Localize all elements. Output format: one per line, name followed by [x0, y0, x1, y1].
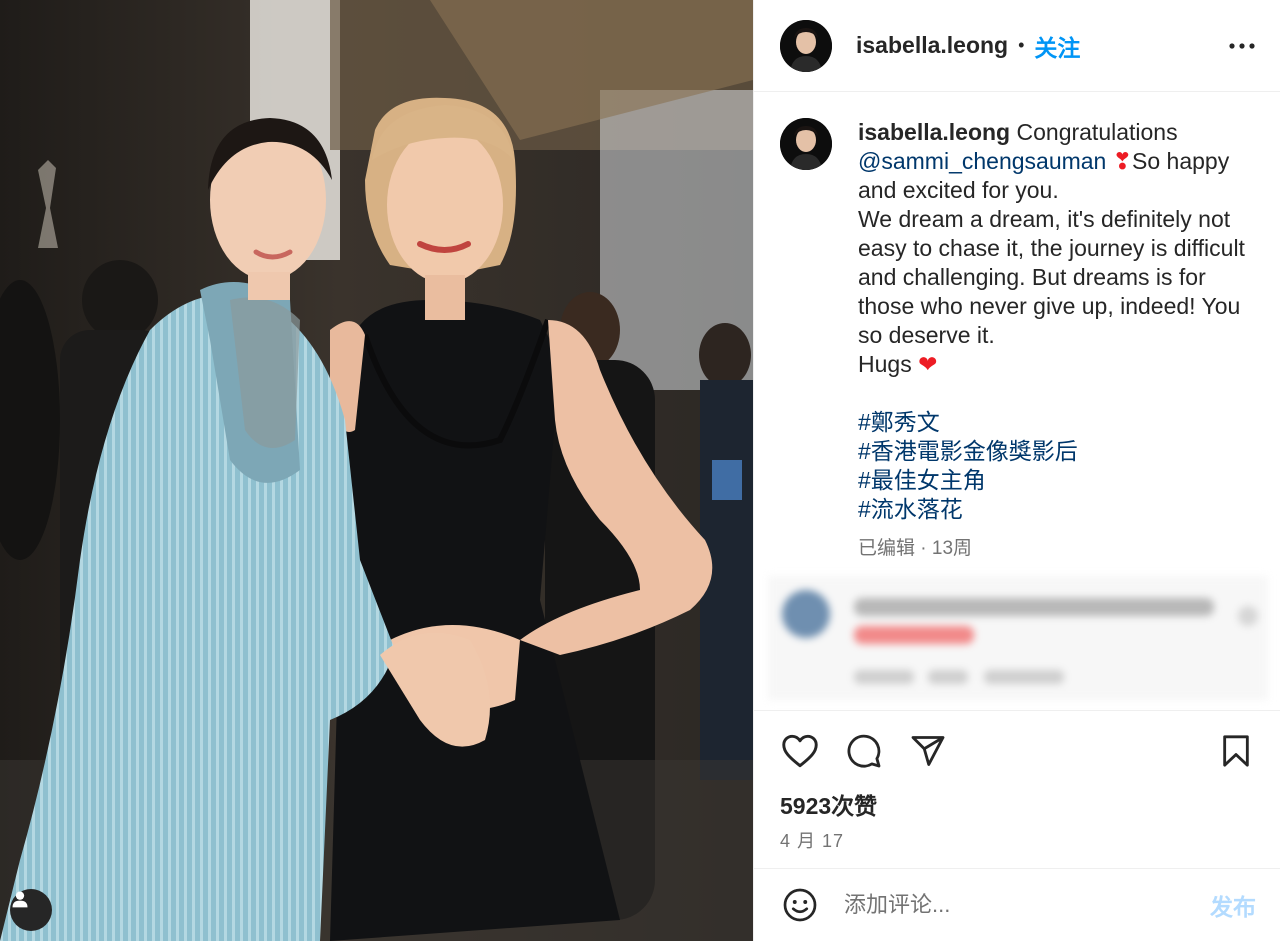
- comment-button[interactable]: [844, 731, 884, 771]
- like-button[interactable]: [780, 731, 820, 771]
- share-button[interactable]: [908, 731, 948, 771]
- post-date[interactable]: 4 月 17: [780, 827, 1256, 853]
- caption-area: isabella.leong Congratulations @sammi_ch…: [754, 92, 1280, 710]
- hashtag-link[interactable]: #鄭秀文: [858, 409, 940, 435]
- tag-user-button[interactable]: [10, 889, 52, 931]
- hashtag-link[interactable]: #香港電影金像獎影后: [858, 438, 1078, 464]
- comment-box: 发布: [754, 868, 1280, 941]
- share-icon: [911, 736, 945, 766]
- more-options-icon: [1229, 42, 1255, 49]
- hashtag-link[interactable]: #最佳女主角: [858, 467, 986, 493]
- emoji-icon: [783, 888, 817, 922]
- caption-line1: Congratulations: [1010, 119, 1178, 145]
- post-comment-button[interactable]: 发布: [1210, 888, 1256, 922]
- like-count[interactable]: 5923次赞: [780, 787, 1256, 821]
- photo-illustration: [0, 0, 753, 941]
- post-actions: 5923次赞 4 月 17: [754, 710, 1280, 868]
- post-modal: isabella.leong • 关注 isabella.leong Congr…: [0, 0, 1280, 941]
- post-header: isabella.leong • 关注: [754, 0, 1280, 92]
- more-options-button[interactable]: [1228, 32, 1256, 60]
- heart-exclamation-icon: ❣: [1112, 148, 1133, 174]
- bookmark-icon: [1223, 735, 1249, 767]
- comment-icon: [847, 734, 881, 768]
- caption-avatar[interactable]: [780, 118, 832, 170]
- meta-separator: ·: [915, 538, 932, 559]
- red-heart-icon: ❤: [918, 351, 938, 377]
- avatar[interactable]: [780, 19, 832, 72]
- user-tag-icon: [12, 891, 28, 908]
- caption-paragraph: We dream a dream, it's definitely not ea…: [858, 206, 1245, 348]
- time-ago[interactable]: 13周: [932, 538, 972, 559]
- mention-link[interactable]: @sammi_chengsauman: [858, 148, 1106, 174]
- edited-label: 已编辑: [858, 538, 916, 559]
- comment-input[interactable]: [842, 891, 1210, 919]
- post-meta: 已编辑 · 13周: [858, 534, 1248, 563]
- save-button[interactable]: [1216, 731, 1256, 771]
- caption-text: isabella.leong Congratulations @sammi_ch…: [858, 118, 1248, 563]
- heart-icon: [782, 734, 818, 768]
- dot-separator: •: [1018, 35, 1025, 55]
- caption-username-link[interactable]: isabella.leong: [858, 119, 1010, 145]
- follow-button[interactable]: 关注: [1034, 29, 1080, 63]
- hashtag-link[interactable]: #流水落花: [858, 496, 963, 522]
- header-username-link[interactable]: isabella.leong: [856, 32, 1008, 59]
- emoji-button[interactable]: [780, 885, 820, 925]
- blurred-comment: [768, 576, 1268, 700]
- post-photo[interactable]: [0, 0, 753, 941]
- post-side-panel: isabella.leong • 关注 isabella.leong Congr…: [753, 0, 1280, 941]
- caption-hugs: Hugs: [858, 351, 912, 377]
